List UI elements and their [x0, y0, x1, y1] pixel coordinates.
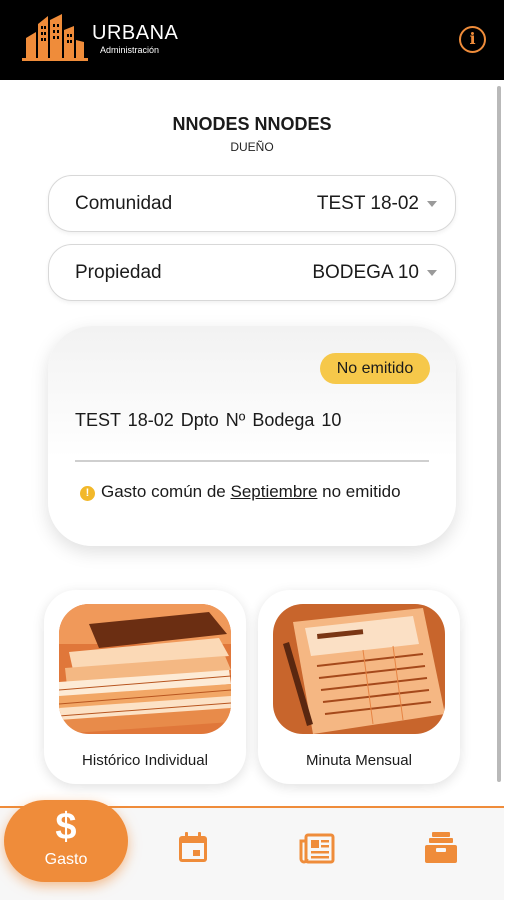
newspaper-icon[interactable] — [297, 828, 337, 868]
user-role: DUEÑO — [230, 140, 274, 154]
gasto-nav-label: Gasto — [44, 851, 88, 868]
warning-icon: ! — [80, 486, 95, 501]
gasto-nav-button[interactable]: $ Gasto — [4, 800, 128, 882]
form-document-photo-icon — [273, 604, 445, 734]
minuta-mensual-label: Minuta Mensual — [306, 752, 412, 769]
community-select[interactable]: Comunidad TEST 18-02 — [48, 175, 456, 232]
brand-name: URBANA — [92, 22, 179, 44]
user-name: NNODES NNODES — [172, 114, 332, 134]
brand-subtitle: Administración — [100, 45, 160, 55]
app-header: URBANA Administración i — [0, 0, 504, 80]
caret-down-icon — [427, 270, 437, 276]
status-card: No emitido TEST 18-02 Dpto Nº Bodega 10 … — [48, 326, 456, 546]
status-message-suffix: no emitido — [322, 482, 401, 501]
divider — [75, 460, 429, 462]
minuta-mensual-tile[interactable]: Minuta Mensual — [258, 590, 460, 784]
caret-down-icon — [427, 201, 437, 207]
dollar-icon: $ — [55, 806, 77, 848]
paper-stack-photo-icon — [59, 604, 231, 734]
community-select-label: Comunidad — [75, 193, 173, 214]
status-message-month[interactable]: Septiembre — [230, 482, 317, 501]
historico-individual-label: Histórico Individual — [82, 752, 208, 769]
community-select-value: TEST 18-02 — [316, 193, 419, 214]
status-message-prefix: Gasto común de — [101, 482, 226, 501]
property-select-value: BODEGA 10 — [312, 262, 419, 283]
urbana-logo-icon — [22, 14, 88, 61]
archive-icon[interactable] — [421, 828, 461, 868]
property-select-label: Propiedad — [75, 262, 162, 283]
property-select[interactable]: Propiedad BODEGA 10 — [48, 244, 456, 301]
status-badge: No emitido — [320, 353, 430, 384]
status-message: ! Gasto común de Septiembre no emitido — [80, 482, 401, 502]
property-detail: TEST 18-02 Dpto Nº Bodega 10 — [75, 410, 342, 430]
historico-individual-tile[interactable]: Histórico Individual — [44, 590, 246, 784]
calendar-icon[interactable] — [173, 828, 213, 868]
scrollbar[interactable] — [497, 86, 501, 782]
info-icon[interactable]: i — [459, 26, 486, 53]
